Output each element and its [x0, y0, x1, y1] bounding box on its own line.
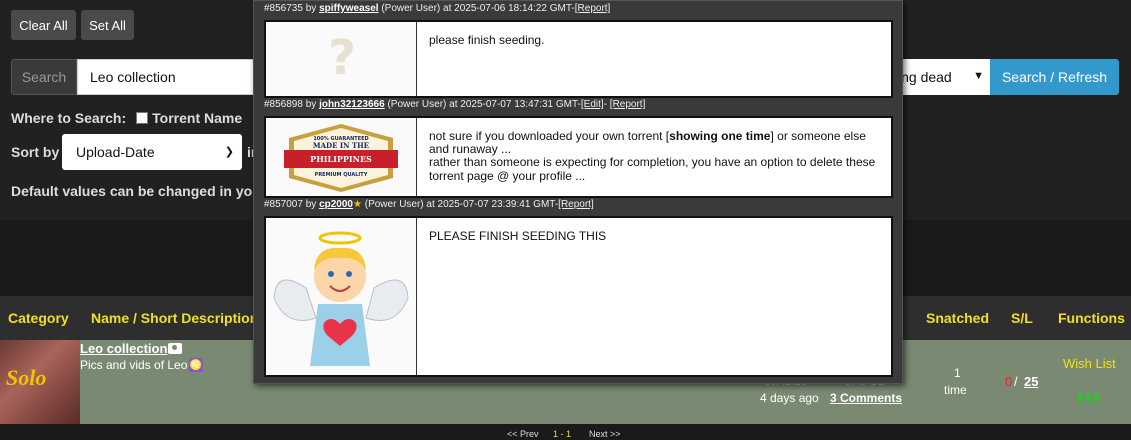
comment-body-bold: showing one time: [669, 129, 771, 143]
comment-role: (Power User): [364, 199, 424, 210]
header-category[interactable]: Category: [8, 310, 69, 326]
star-icon: ★: [352, 199, 362, 210]
camera-icon: [168, 343, 182, 354]
comment-header: #856898 by john32123666 (Power User) at …: [264, 99, 645, 110]
pagination: << Prev 1 - 1 Next >>: [0, 424, 1131, 440]
comment-id: #857007: [264, 199, 303, 210]
avatar: ?: [266, 22, 417, 96]
avatar: 100% GUARANTEED MADE IN THE PHILIPPINES …: [266, 118, 417, 196]
report-link[interactable]: [Report]: [575, 3, 611, 14]
prev-page-link[interactable]: << Prev: [507, 429, 539, 439]
clear-all-button[interactable]: Clear All: [11, 10, 76, 40]
comment-header: #857007 by cp2000★ (Power User) at 2025-…: [264, 199, 594, 210]
report-link[interactable]: [Report]: [610, 99, 646, 110]
sort-label: Sort by: [11, 144, 60, 160]
next-page-link[interactable]: Next >>: [589, 429, 621, 439]
comment-header: #856735 by spiffyweasel (Power User) at …: [264, 3, 610, 14]
uploaded-ago: 4 days ago: [760, 391, 819, 405]
sort-select[interactable]: Upload-Date ❯: [62, 134, 242, 170]
comment-box: ? please finish seeding.: [264, 20, 893, 98]
search-input[interactable]: Leo collection: [77, 59, 267, 95]
comment-by: by: [305, 3, 317, 14]
angel-icon: [273, 231, 409, 366]
comment-timestamp: at 2025-07-07 23:39:41 GMT-: [426, 199, 559, 210]
comments-link[interactable]: 3 Comments: [830, 391, 902, 405]
where-to-search: Where to Search: Torrent Name: [11, 110, 242, 126]
comment-timestamp: at 2025-07-07 13:47:31 GMT-: [449, 99, 581, 110]
search-refresh-button[interactable]: Search / Refresh: [990, 59, 1119, 95]
svg-text:?: ?: [328, 30, 356, 86]
thumbnail-text: Solo: [6, 365, 47, 390]
wish-list-link[interactable]: Wish List: [1063, 356, 1116, 371]
defaults-note: Default values can be changed in you: [11, 183, 261, 199]
snatched-unit: time: [944, 383, 967, 397]
seal-bottom-text: PREMIUM QUALITY: [315, 172, 368, 178]
comment-id: #856735: [264, 3, 303, 14]
leechers-link[interactable]: 25: [1024, 374, 1038, 389]
comment-box: 100% GUARANTEED MADE IN THE PHILIPPINES …: [264, 116, 893, 198]
leo-zodiac-icon: ♌: [189, 358, 203, 372]
comment-by: by: [305, 199, 317, 210]
comment-by: by: [305, 99, 317, 110]
filter-select[interactable]: ing dead ▼: [890, 59, 990, 95]
seal-mid2-text: PHILIPPINES: [310, 154, 372, 164]
comment-text: PLEASE FINISH SEEDING THIS: [417, 218, 891, 375]
category-thumbnail[interactable]: Solo: [0, 340, 80, 424]
header-name[interactable]: Name / Short Description: [91, 310, 258, 326]
torrent-name-checkbox[interactable]: [136, 112, 149, 124]
set-all-button[interactable]: Set All: [81, 10, 134, 40]
comment-text: please finish seeding.: [417, 22, 891, 96]
comment-body-line: PLEASE FINISH SEEDING THIS: [429, 229, 607, 243]
chevron-down-icon: ▼: [973, 70, 984, 82]
comment-body-line2: rather than someone is expecting for com…: [429, 155, 876, 183]
avatar: [266, 218, 417, 375]
question-mark-icon: ?: [328, 30, 356, 86]
comment-user-link[interactable]: john32123666: [319, 99, 385, 110]
comment-body-line: please finish seeding.: [429, 33, 545, 47]
comment-role: (Power User): [387, 99, 447, 110]
sl-separator: /: [1014, 374, 1018, 389]
header-sl[interactable]: S/L: [1011, 310, 1033, 326]
torrent-name-link[interactable]: Leo collection: [80, 341, 167, 356]
comment-id: #856898: [264, 99, 303, 110]
download-icon[interactable]: [1077, 392, 1101, 406]
comment-user-link[interactable]: spiffyweasel: [319, 3, 378, 14]
snatched-count: 1: [954, 366, 961, 380]
page-indicator: 1 - 1: [553, 429, 572, 439]
comment-box: PLEASE FINISH SEEDING THIS: [264, 216, 893, 377]
edit-link[interactable]: [Edit]: [581, 99, 604, 110]
search-bar: Search Leo collection: [11, 59, 267, 95]
where-label: Where to Search:: [11, 110, 127, 126]
comments-popup: #856735 by spiffyweasel (Power User) at …: [253, 0, 903, 384]
comment-text: not sure if you downloaded your own torr…: [417, 118, 891, 196]
comment-body-pre: not sure if you downloaded your own torr…: [429, 129, 670, 143]
seal-mid1-text: MADE IN THE: [313, 141, 369, 150]
comment-timestamp: at 2025-07-06 18:14:22 GMT-: [443, 3, 575, 14]
made-in-philippines-seal-icon: 100% GUARANTEED MADE IN THE PHILIPPINES …: [284, 124, 398, 192]
filter-select-value: ing dead: [898, 69, 952, 85]
seeders-count: 0: [1005, 374, 1013, 389]
header-snatched[interactable]: Snatched: [926, 310, 989, 326]
report-link[interactable]: [Report]: [558, 199, 594, 210]
chevron-down-icon: ❯: [224, 146, 234, 158]
torrent-name-label: Torrent Name: [152, 110, 243, 126]
header-functions: Functions: [1058, 310, 1125, 326]
sort-select-value: Upload-Date: [76, 144, 155, 160]
torrent-description: Pics and vids of Leo: [80, 358, 188, 372]
comment-user-link[interactable]: cp2000: [319, 199, 353, 210]
comment-role: (Power User): [381, 3, 441, 14]
search-label: Search: [11, 59, 77, 95]
